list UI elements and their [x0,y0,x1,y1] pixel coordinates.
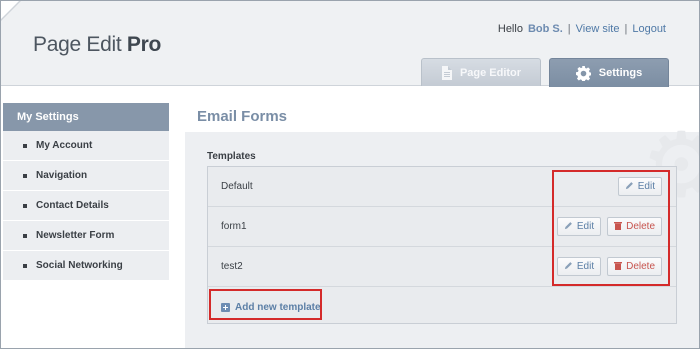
sidebar-title: My Settings [3,103,169,131]
app-window: Page Edit Pro Hello Bob S. | View site |… [0,0,700,349]
username: Bob S. [527,23,563,35]
logo: Page Edit Pro [33,33,162,56]
templates-label: Templates [207,151,256,162]
template-name: test2 [221,261,243,272]
sidebar-item-newsletter-form[interactable]: Newsletter Form [3,221,169,251]
highlight-box-add [209,289,322,320]
sidebar: My Settings My Account Navigation Contac… [3,103,169,281]
template-name: form1 [221,221,247,232]
header: Page Edit Pro Hello Bob S. | View site |… [1,1,699,87]
document-icon [441,65,452,80]
tab-settings[interactable]: Settings [549,58,669,87]
greeting: Hello [497,23,523,35]
highlight-box-actions [552,170,670,286]
tab-label: Page Editor [459,66,522,79]
sidebar-item-contact-details[interactable]: Contact Details [3,191,169,221]
template-name: Default [221,181,253,192]
logout-link[interactable]: Logout [632,23,666,35]
sidebar-item-social-networking[interactable]: Social Networking [3,251,169,281]
tab-label: Settings [598,67,643,79]
page-title: Email Forms [197,108,288,125]
tab-page-editor[interactable]: Page Editor [421,58,541,86]
view-site-link[interactable]: View site [576,23,620,35]
sidebar-item-my-account[interactable]: My Account [3,131,169,161]
sidebar-item-navigation[interactable]: Navigation [3,161,169,191]
separator: | [624,23,628,35]
gear-icon [575,65,591,81]
page-curl [1,1,19,19]
separator: | [567,23,571,35]
user-bar: Hello Bob S. | View site | Logout [498,23,666,35]
